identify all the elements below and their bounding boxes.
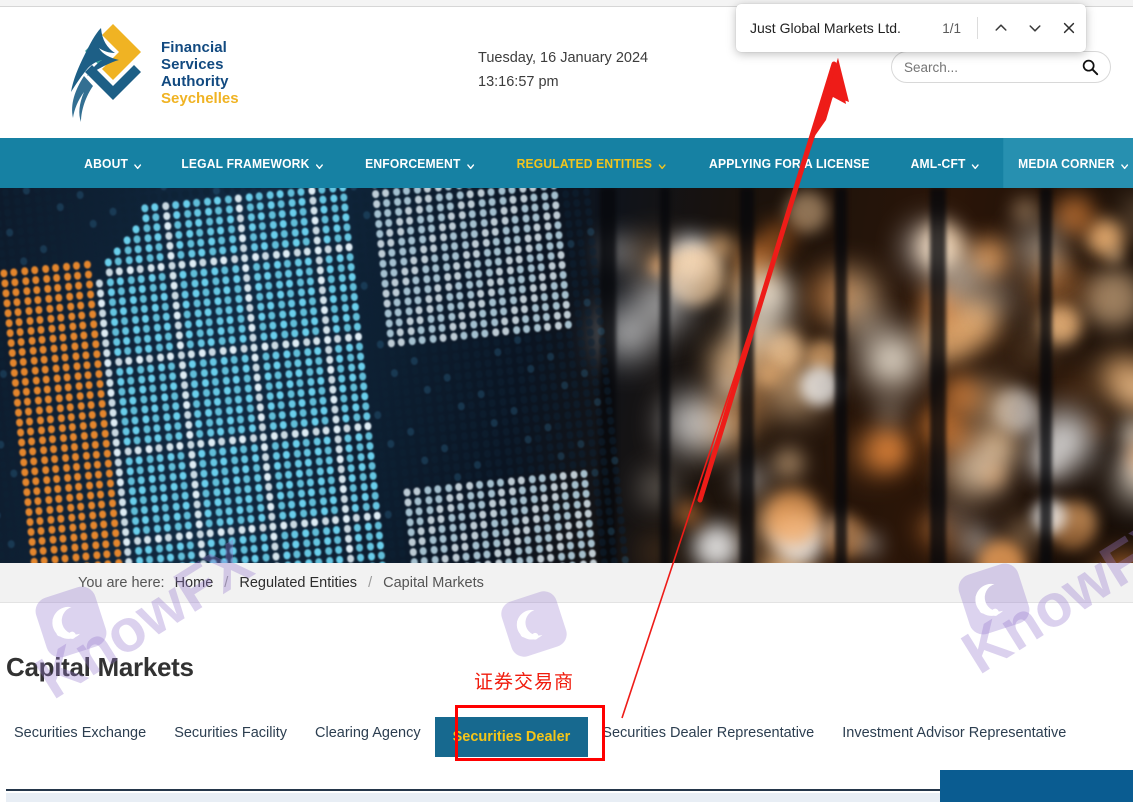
tab-securities-dealer-representative[interactable]: Securities Dealer Representative [588,717,828,749]
nav-item-label: APPLYING FOR A LICENSE [709,155,870,171]
tab-label: Clearing Agency [315,725,421,741]
breadcrumb-separator-1: / [224,574,229,591]
chevron-up-icon[interactable] [984,11,1018,45]
logo-line-1: Financial [161,39,227,57]
tab-label: Securities Dealer [452,729,571,745]
close-icon[interactable] [1052,11,1086,45]
breadcrumb-item-current: Capital Markets [383,574,484,591]
chevron-down-icon [1120,159,1129,169]
page-title: Capital Markets [6,652,194,682]
search-icon[interactable] [1081,58,1099,76]
annotation-chinese-label: 证券交易商 [474,671,575,693]
find-separator [977,17,978,39]
tab-label: Securities Facility [174,725,287,741]
tab-clearing-agency[interactable]: Clearing Agency [301,717,435,749]
logo-line-3: Authority [161,73,229,90]
search-input[interactable] [904,59,1081,75]
logo-wordmark: Financial Services Authority Seychelles [161,40,239,107]
hero-image [0,188,1133,563]
chevron-down-icon [971,159,979,169]
nav-left-spacer [0,138,66,188]
breadcrumb-item-regulated-entities[interactable]: Regulated Entities [239,575,357,591]
breadcrumb-prefix: You are here: [78,574,165,591]
tab-securities-dealer[interactable]: Securities Dealer [434,717,589,757]
nav-item-media-corner[interactable]: MEDIA CORNER [1003,138,1133,188]
nav-item-aml-cft[interactable]: AML-CFT [896,138,995,188]
breadcrumb: You are here: Home / Regulated Entities … [78,575,484,591]
nav-item-enforcement[interactable]: ENFORCEMENT [350,138,489,188]
site-search[interactable] [891,51,1111,83]
site-logo[interactable]: Financial Services Authority Seychelles [55,15,305,133]
nav-item-label: REGULATED ENTITIES [516,155,652,171]
nav-item-regulated-entities[interactable]: REGULATED ENTITIES [501,138,680,188]
nav-item-label: MEDIA CORNER [1018,155,1115,171]
nav-item-label: AML-CFT [910,155,966,171]
sidebar-blue-panel [940,770,1133,802]
nav-item-label: LEGAL FRAMEWORK [181,155,310,171]
find-match-count: 1/1 [942,20,961,36]
hero-banner: KnowFX KnowFX KnowFX [0,188,1133,563]
tab-investment-advisor-representative[interactable]: Investment Advisor Representative [828,717,1080,749]
tab-label: Securities Exchange [14,725,147,741]
tab-label: Securities Dealer Representative [602,725,815,741]
find-query-text: Just Global Markets Ltd. [750,20,901,36]
chevron-down-icon [134,159,142,169]
header-date: Tuesday, 16 January 2024 [478,50,649,66]
logo-line-4: Seychelles [161,89,239,107]
main-navigation: ABOUT LEGAL FRAMEWORK ENFORCEMENT REGULATED… [0,138,1133,188]
breadcrumb-separator-2: / [368,574,373,591]
breadcrumb-item-home[interactable]: Home [175,575,214,591]
breadcrumb-bar: You are here: Home / Regulated Entities … [0,563,1133,603]
header-datetime: Tuesday, 16 January 2024 13:16:57 pm [478,47,738,95]
nav-item-about[interactable]: ABOUT [69,138,157,188]
nav-item-applying-for-a-license[interactable]: APPLYING FOR A LICENSE [694,138,884,188]
nav-item-label: ABOUT [84,155,129,171]
tab-label: Investment Advisor Representative [842,725,1067,741]
logo-line-2: Services [161,56,224,74]
tab-securities-facility[interactable]: Securities Facility [160,717,301,749]
nav-item-label: ENFORCEMENT [365,155,461,171]
chevron-down-icon [315,159,323,169]
find-in-page-bar[interactable]: Just Global Markets Ltd. 1/1 [736,4,1086,52]
chevron-down-icon [466,159,474,169]
chevron-down-icon [657,159,665,169]
tab-securities-exchange[interactable]: Securities Exchange [0,717,160,749]
header-time: 13:16:57 pm [478,73,559,90]
category-tabs: Securities Exchange Securities Facility Cl… [0,717,1133,757]
fsa-logo-icon [55,18,153,130]
nav-item-legal-framework[interactable]: LEGAL FRAMEWORK [167,138,339,188]
chevron-down-icon[interactable] [1018,11,1052,45]
